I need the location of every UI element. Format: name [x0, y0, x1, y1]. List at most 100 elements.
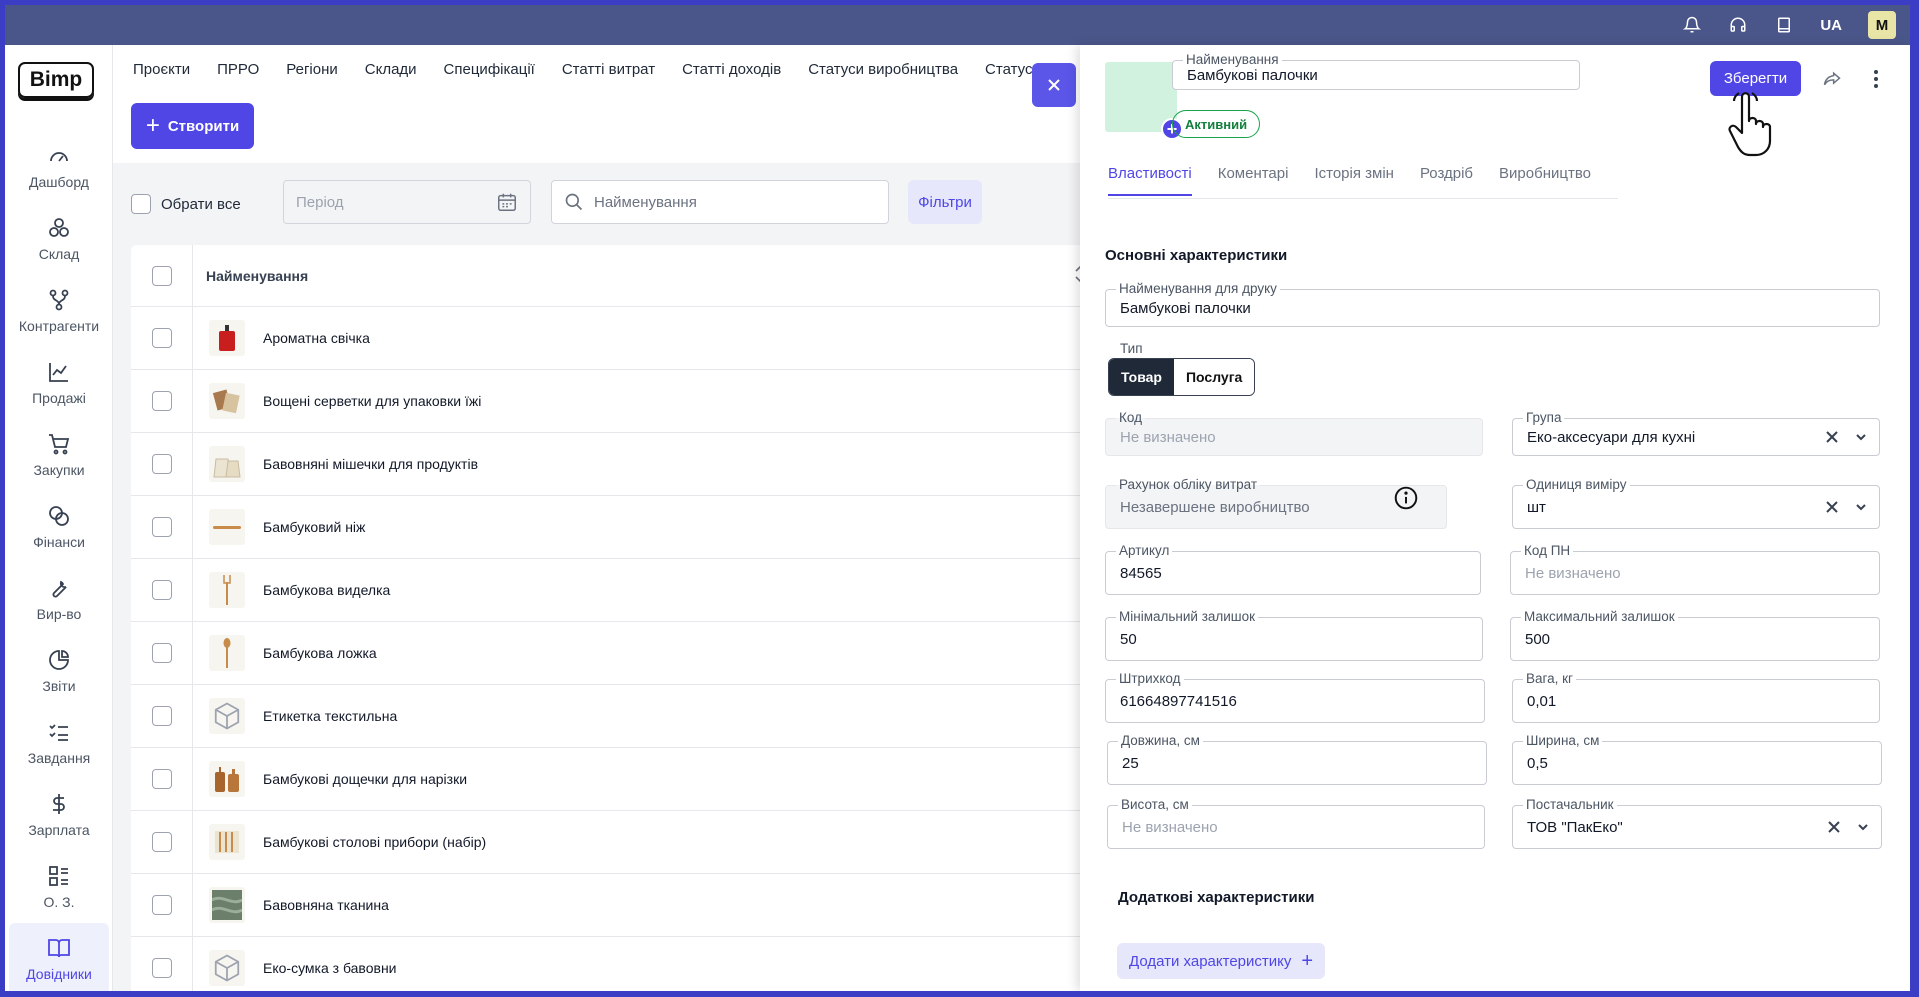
close-panel-button[interactable]: [1032, 63, 1076, 107]
sidebar-item-label: Довідники: [26, 966, 92, 982]
table-row[interactable]: Ароматна свічка: [131, 306, 1080, 370]
row-checkbox[interactable]: [151, 328, 172, 348]
row-checkbox[interactable]: [151, 832, 172, 852]
chevron-down-icon[interactable]: [1857, 821, 1869, 833]
tab-expense-items[interactable]: Статті витрат: [562, 61, 655, 78]
type-option-service[interactable]: Послуга: [1173, 359, 1255, 395]
avatar[interactable]: M: [1868, 11, 1896, 39]
unit-select[interactable]: Одиниця виміру шт: [1512, 477, 1880, 529]
chevron-down-icon[interactable]: [1855, 501, 1867, 513]
sidebar-item-reports[interactable]: Звіти: [5, 635, 113, 707]
row-checkbox[interactable]: [151, 391, 172, 411]
header-checkbox[interactable]: [151, 265, 172, 286]
row-checkbox[interactable]: [151, 580, 172, 600]
sidebar-item-sales[interactable]: Продажі: [5, 347, 113, 419]
tab-income-items[interactable]: Статті доходів: [682, 61, 781, 78]
tab-history[interactable]: Історія змін: [1314, 165, 1393, 196]
height-field[interactable]: Висота, см Не визначено: [1107, 797, 1485, 849]
tab-projects[interactable]: Проєкти: [133, 61, 190, 78]
language-switch[interactable]: UA: [1820, 17, 1842, 34]
item-name: Еко-сумка з бавовни: [263, 960, 397, 976]
group-select[interactable]: Група Еко-аксесуари для кухні: [1512, 410, 1880, 456]
item-thumbnail: [209, 383, 245, 419]
pn-code-field[interactable]: Код ПН Не визначено: [1510, 543, 1880, 595]
item-name: Етикетка текстильна: [263, 708, 398, 724]
sidebar-item-production[interactable]: Вир-во: [5, 563, 113, 635]
sidebar-item-purchases[interactable]: Закупки: [5, 419, 113, 491]
item-thumbnail: [209, 824, 245, 860]
period-input[interactable]: Період: [283, 180, 531, 224]
info-icon[interactable]: [1393, 485, 1419, 511]
add-characteristic-button[interactable]: Додати характеристику +: [1117, 943, 1326, 979]
sidebar-nav: Дашборд Склад Контрагенти Продажі Закупк…: [5, 131, 113, 991]
table-row[interactable]: Вощені серветки для упаковки їжі: [131, 369, 1080, 433]
clear-icon[interactable]: [1825, 500, 1839, 514]
search-input[interactable]: Найменування: [551, 180, 889, 224]
filters-button[interactable]: Фільтри: [908, 180, 982, 224]
table-row[interactable]: Бавовняна тканина: [131, 873, 1080, 937]
clear-icon[interactable]: [1825, 430, 1839, 444]
table-row[interactable]: Бамбукова виделка: [131, 558, 1080, 622]
row-checkbox[interactable]: [151, 643, 172, 663]
tab-warehouses[interactable]: Склади: [365, 61, 417, 78]
table-row[interactable]: Бавовняні мішечки для продуктів: [131, 432, 1080, 496]
table-row[interactable]: Бамбукова ложка: [131, 621, 1080, 685]
tab-comments[interactable]: Коментарі: [1218, 165, 1289, 196]
more-vertical-icon[interactable]: [1866, 67, 1886, 91]
weight-field[interactable]: Вага, кг 0,01: [1512, 671, 1880, 723]
select-all-checkbox[interactable]: [131, 194, 151, 214]
section-extra-title: Додаткові характеристики: [1118, 889, 1315, 906]
row-checkbox[interactable]: [151, 517, 172, 537]
table-row[interactable]: Бамбукові дощечки для нарізки: [131, 747, 1080, 811]
status-badge[interactable]: Активний: [1172, 110, 1261, 138]
bell-icon[interactable]: [1682, 15, 1702, 35]
row-checkbox[interactable]: [151, 895, 172, 915]
length-field[interactable]: Довжина, см 25: [1107, 733, 1487, 785]
item-details-panel: + Найменування Бамбукові палочки Активни…: [1080, 45, 1910, 991]
supplier-select[interactable]: Постачальник ТОВ "ПакЕко": [1512, 797, 1882, 849]
tab-production-statuses[interactable]: Статуси виробництва: [808, 61, 958, 78]
checklist-icon: [49, 724, 68, 741]
table-row[interactable]: Бамбуковий ніж: [131, 495, 1080, 559]
row-checkbox[interactable]: [151, 958, 172, 978]
print-name-field[interactable]: Найменування для друку Бамбукові палочки: [1105, 281, 1880, 327]
row-checkbox[interactable]: [151, 454, 172, 474]
tab-production[interactable]: Виробництво: [1499, 165, 1591, 196]
sidebar-item-warehouse[interactable]: Склад: [5, 203, 113, 275]
share-icon[interactable]: [1822, 69, 1842, 89]
width-field[interactable]: Ширина, см 0,5: [1512, 733, 1882, 785]
name-field[interactable]: Найменування Бамбукові палочки: [1172, 52, 1580, 90]
type-option-goods[interactable]: Товар: [1109, 359, 1174, 395]
barcode-field[interactable]: Штрихкод 61664897741516: [1105, 671, 1485, 723]
article-field[interactable]: Артикул 84565: [1105, 543, 1481, 595]
tab-properties[interactable]: Властивості: [1108, 165, 1192, 196]
sidebar-item-directories[interactable]: Довідники: [9, 923, 109, 991]
tab-prro[interactable]: ПРРО: [217, 61, 259, 78]
type-label: Тип: [1120, 341, 1143, 356]
row-checkbox[interactable]: [151, 769, 172, 789]
sidebar-item-salary[interactable]: Зарплата: [5, 779, 113, 851]
tab-retail[interactable]: Роздріб: [1420, 165, 1473, 196]
sidebar-item-fixed-assets[interactable]: О. З.: [5, 851, 113, 923]
sidebar-item-finance[interactable]: Фінанси: [5, 491, 113, 563]
sidebar-item-dashboard[interactable]: Дашборд: [5, 131, 113, 203]
clear-icon[interactable]: [1827, 820, 1841, 834]
tab-specifications[interactable]: Специфікації: [444, 61, 535, 78]
create-button[interactable]: + Створити: [131, 103, 254, 149]
sidebar-item-tasks[interactable]: Завдання: [5, 707, 113, 779]
headset-icon[interactable]: [1728, 15, 1748, 35]
calendar-icon[interactable]: [496, 191, 518, 213]
tab-regions[interactable]: Регіони: [286, 61, 338, 78]
min-stock-field[interactable]: Мінімальний залишок 50: [1105, 609, 1483, 661]
table-row[interactable]: Етикетка текстильна: [131, 684, 1080, 748]
column-header-name[interactable]: Найменування: [193, 268, 308, 284]
logo[interactable]: Bimp: [18, 62, 94, 98]
select-all[interactable]: Обрати все: [131, 194, 241, 214]
max-stock-field[interactable]: Максимальний залишок 500: [1510, 609, 1880, 661]
table-row[interactable]: Бамбукові столові прибори (набір): [131, 810, 1080, 874]
row-checkbox[interactable]: [151, 706, 172, 726]
chevron-down-icon[interactable]: [1855, 431, 1867, 443]
sidebar-item-contractors[interactable]: Контрагенти: [5, 275, 113, 347]
table-row[interactable]: Еко-сумка з бавовни: [131, 936, 1080, 991]
book-icon[interactable]: [1774, 15, 1794, 35]
